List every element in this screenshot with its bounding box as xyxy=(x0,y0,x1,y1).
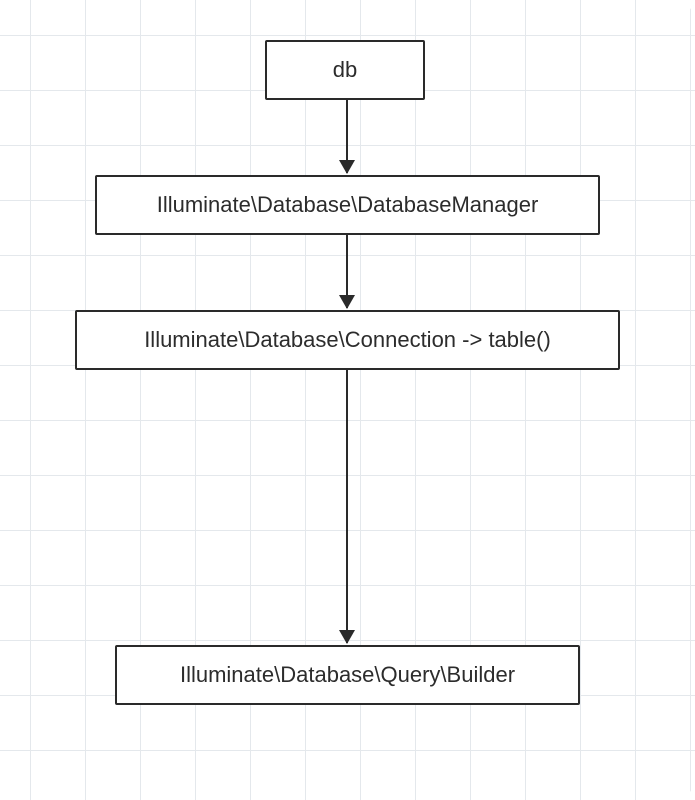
node-label: db xyxy=(333,57,357,83)
arrow-3 xyxy=(346,370,348,643)
node-connection-table: Illuminate\Database\Connection -> table(… xyxy=(75,310,620,370)
diagram-canvas: db Illuminate\Database\DatabaseManager I… xyxy=(0,0,695,800)
node-query-builder: Illuminate\Database\Query\Builder xyxy=(115,645,580,705)
node-label: Illuminate\Database\Query\Builder xyxy=(180,662,515,688)
node-label: Illuminate\Database\Connection -> table(… xyxy=(144,327,551,353)
arrow-1 xyxy=(346,100,348,173)
node-db: db xyxy=(265,40,425,100)
node-database-manager: Illuminate\Database\DatabaseManager xyxy=(95,175,600,235)
node-label: Illuminate\Database\DatabaseManager xyxy=(157,192,539,218)
arrow-2 xyxy=(346,235,348,308)
